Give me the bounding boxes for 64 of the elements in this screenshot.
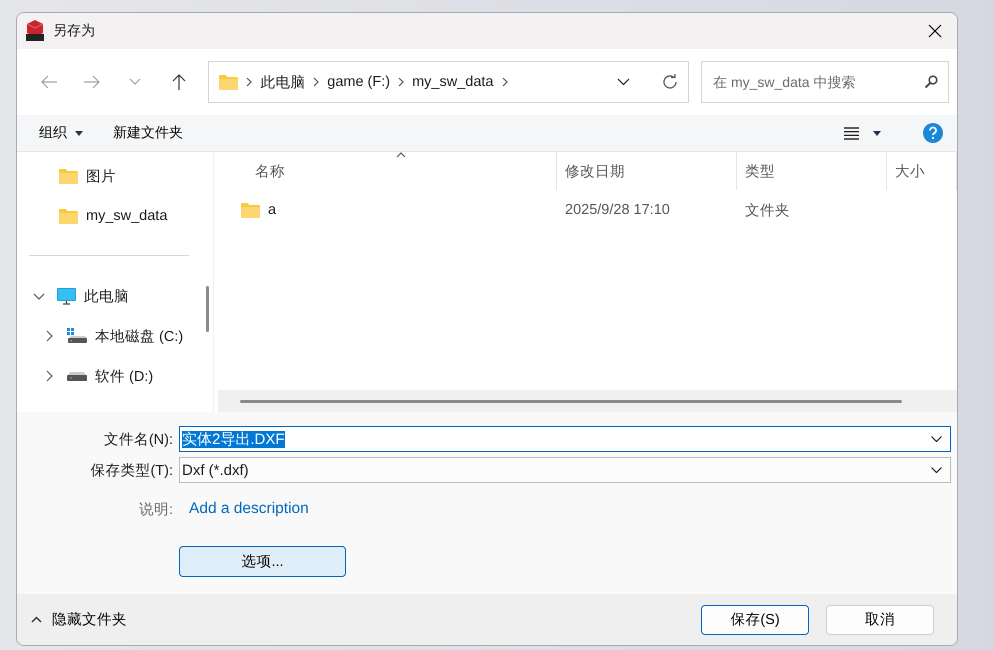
drive-icon [67, 328, 87, 344]
folder-icon [219, 74, 238, 90]
chevron-right-icon[interactable] [46, 370, 52, 382]
dialog-button[interactable]: 取消 [826, 604, 934, 634]
hide-folders-button[interactable]: 隐藏文件夹 [31, 610, 127, 629]
chevron-right-icon[interactable] [46, 330, 52, 342]
field-label: 文件名(N): [102, 430, 173, 448]
breadcrumb-item[interactable]: game (F:) [327, 74, 390, 90]
chevron-down-icon [931, 467, 942, 473]
sidebar-item[interactable]: 软件 (D:) [95, 366, 154, 386]
refresh-icon[interactable] [662, 74, 678, 90]
folder-icon [59, 168, 78, 184]
chevron-down-icon [931, 436, 942, 442]
view-menu-button[interactable] [844, 126, 881, 140]
chevron-down-icon[interactable] [33, 292, 45, 300]
chevron-right-icon [313, 77, 320, 87]
search-input[interactable]: 在 my_sw_data 中搜索 [711, 73, 924, 91]
chevron-right-icon [398, 77, 404, 87]
list-view-icon [844, 126, 859, 140]
file-name[interactable]: a [268, 202, 276, 218]
chevron-down-icon [129, 78, 142, 86]
search-icon [924, 75, 938, 89]
chevron-down-icon[interactable] [617, 78, 630, 86]
options-button[interactable]: 选项... [179, 546, 346, 577]
folder-icon [59, 208, 78, 224]
drive-icon [67, 371, 87, 381]
help-icon[interactable] [923, 123, 943, 143]
sidebar-item[interactable]: 图片 [86, 166, 116, 186]
sidebar-item[interactable]: my_sw_data [86, 208, 168, 224]
up-arrow-icon [170, 73, 187, 91]
field-label: 说明: [138, 500, 173, 518]
field-label: 保存类型(T): [89, 462, 173, 480]
forward-arrow-icon [82, 74, 101, 90]
monitor-icon [57, 288, 76, 304]
new-folder-button[interactable]: 新建文件夹 [113, 124, 183, 142]
column-header[interactable]: 类型 [737, 152, 887, 190]
file-name-field[interactable]: 实体2导出.DXF [179, 426, 951, 452]
chevron-right-icon [502, 77, 508, 87]
sidebar-item[interactable]: 此电脑 [84, 286, 129, 306]
folder-icon [241, 202, 260, 218]
scrollbar-thumb[interactable] [206, 286, 208, 332]
breadcrumb-item[interactable]: my_sw_data [412, 74, 494, 90]
chevron-up-icon [31, 616, 42, 623]
organize-menu[interactable]: 组织 [39, 124, 83, 142]
sidebar-item[interactable]: 本地磁盘 (C:) [95, 326, 184, 346]
default-button[interactable]: 保存(S) [701, 604, 809, 634]
scrollbar-thumb[interactable] [240, 400, 902, 402]
column-header[interactable]: 名称 [214, 152, 557, 190]
save-type-dropdown[interactable]: Dxf (*.dxf) [179, 457, 951, 483]
search-field[interactable]: 在 my_sw_data 中搜索 [701, 61, 950, 103]
column-header[interactable]: 大小 [887, 152, 957, 190]
breadcrumb-item[interactable]: 此电脑 [260, 72, 306, 92]
back-arrow-icon [40, 74, 58, 90]
chevron-right-icon [246, 77, 252, 87]
table-cell-text: 2025/9/28 17:10 [564, 202, 671, 218]
window-title: 另存为 [53, 22, 95, 40]
close-icon [928, 24, 942, 38]
table-cell-text: 文件夹 [744, 202, 791, 220]
column-header[interactable]: 修改日期 [557, 152, 737, 190]
description-link[interactable]: Add a description [179, 488, 951, 530]
dropdown-caret-icon [75, 130, 83, 136]
dropdown-caret-icon [873, 130, 881, 136]
app-logo-icon [25, 20, 45, 42]
address-bar[interactable]: 此电脑 game (F:) my_sw_data [208, 61, 690, 103]
